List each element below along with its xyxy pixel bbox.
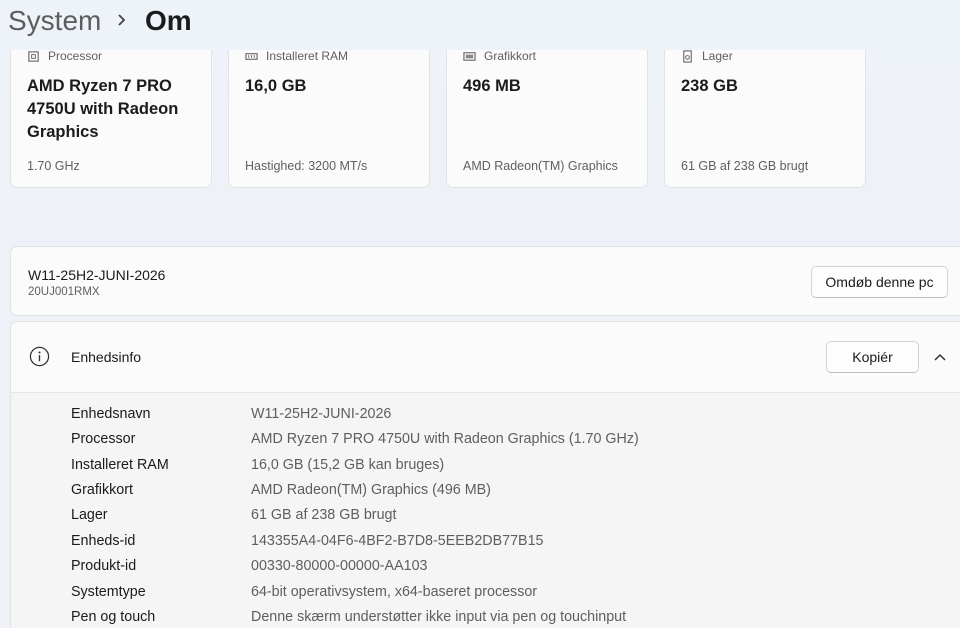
info-value: 64-bit operativsystem, x64-baseret proce… (251, 584, 538, 600)
card-value: 16,0 GB (245, 77, 307, 95)
card-label: Installeret RAM (266, 49, 349, 63)
info-value: 61 GB af 238 GB brugt (251, 507, 397, 523)
ram-icon (245, 52, 258, 60)
rename-pc-button[interactable]: Omdøb denne pc (811, 266, 948, 298)
page-title: Om (145, 5, 192, 36)
device-info-panel: Enhedsinfo Kopiér Enhedsnavn W11-25H2-JU… (10, 321, 960, 628)
card-header: Lager (681, 48, 733, 64)
info-value: Denne skærm understøtter ikke input via … (251, 609, 627, 625)
card-value: 238 GB (681, 77, 738, 95)
info-key: Enheds-id (71, 533, 136, 549)
info-key: Systemtype (71, 584, 146, 600)
card-label: Lager (702, 49, 733, 63)
device-info-list: Enhedsnavn W11-25H2-JUNI-2026 Processor … (11, 393, 960, 628)
card-subtext: Hastighed: 3200 MT/s (245, 159, 368, 173)
card-value: AMD Ryzen 7 PRO 4750U with Radeon Graphi… (27, 77, 179, 141)
info-key: Installeret RAM (71, 457, 169, 473)
info-row-processor: Processor AMD Ryzen 7 PRO 4750U with Rad… (11, 427, 960, 452)
chevron-up-icon[interactable] (933, 351, 947, 363)
info-icon (29, 346, 50, 367)
info-row-storage: Lager 61 GB af 238 GB brugt (11, 503, 960, 528)
card-label: Processor (48, 49, 103, 63)
info-row-product-id: Produkt-id 00330-80000-00000-AA103 (11, 554, 960, 579)
info-value: 143355A4-04F6-4BF2-B7D8-5EEB2DB77B15 (251, 533, 544, 549)
info-key: Produkt-id (71, 558, 137, 574)
info-row-device-name: Enhedsnavn W11-25H2-JUNI-2026 (11, 402, 960, 427)
info-value: AMD Ryzen 7 PRO 4750U with Radeon Graphi… (251, 431, 639, 447)
processor-card: Processor AMD Ryzen 7 PRO 4750U with Rad… (10, 38, 212, 188)
pc-model: 20UJ001RMX (28, 286, 100, 298)
device-info-title: Enhedsinfo (71, 349, 142, 365)
card-subtext: 1.70 GHz (27, 159, 80, 173)
info-row-device-id: Enheds-id 143355A4-04F6-4BF2-B7D8-5EEB2D… (11, 529, 960, 554)
breadcrumb-system[interactable]: System (8, 4, 101, 38)
info-row-graphics: Grafikkort AMD Radeon(TM) Graphics (496 … (11, 478, 960, 503)
processor-icon (28, 50, 39, 62)
info-row-system-type: Systemtype 64-bit operativsystem, x64-ba… (11, 580, 960, 605)
info-value: 00330-80000-00000-AA103 (251, 558, 428, 574)
card-subtext: 61 GB af 238 GB brugt (681, 159, 809, 173)
device-info-header[interactable]: Enhedsinfo Kopiér (11, 322, 960, 393)
gpu-icon (463, 51, 476, 61)
storage-icon (683, 49, 692, 63)
ram-card: Installeret RAM 16,0 GB Hastighed: 3200 … (228, 38, 430, 188)
card-label: Grafikkort (484, 49, 537, 63)
card-subtext: AMD Radeon(TM) Graphics (463, 159, 618, 173)
info-key: Enhedsnavn (71, 406, 151, 422)
info-key: Processor (71, 431, 136, 447)
pc-name: W11-25H2-JUNI-2026 (28, 267, 166, 283)
copy-button[interactable]: Kopiér (826, 341, 919, 373)
card-header: Installeret RAM (245, 48, 348, 64)
card-value: 496 MB (463, 77, 521, 95)
info-key: Grafikkort (71, 482, 133, 498)
info-value: 16,0 GB (15,2 GB kan bruges) (251, 457, 445, 473)
info-value: W11-25H2-JUNI-2026 (251, 406, 392, 422)
gpu-card: Grafikkort 496 MB AMD Radeon(TM) Graphic… (446, 38, 648, 188)
storage-card: Lager 238 GB 61 GB af 238 GB brugt (664, 38, 866, 188)
chevron-right-icon (118, 14, 126, 26)
card-header: Processor (27, 48, 102, 64)
info-value: AMD Radeon(TM) Graphics (496 MB) (251, 482, 491, 498)
settings-about-page: Processor AMD Ryzen 7 PRO 4750U with Rad… (0, 0, 960, 628)
info-row-ram: Installeret RAM 16,0 GB (15,2 GB kan bru… (11, 453, 960, 478)
info-key: Pen og touch (71, 609, 156, 625)
page-header: System Om (0, 0, 960, 50)
info-row-pen-touch: Pen og touch Denne skærm understøtter ik… (11, 605, 960, 628)
info-key: Lager (71, 507, 108, 523)
pc-name-panel: W11-25H2-JUNI-2026 20UJ001RMX Omdøb denn… (10, 246, 960, 316)
card-header: Grafikkort (463, 48, 536, 64)
